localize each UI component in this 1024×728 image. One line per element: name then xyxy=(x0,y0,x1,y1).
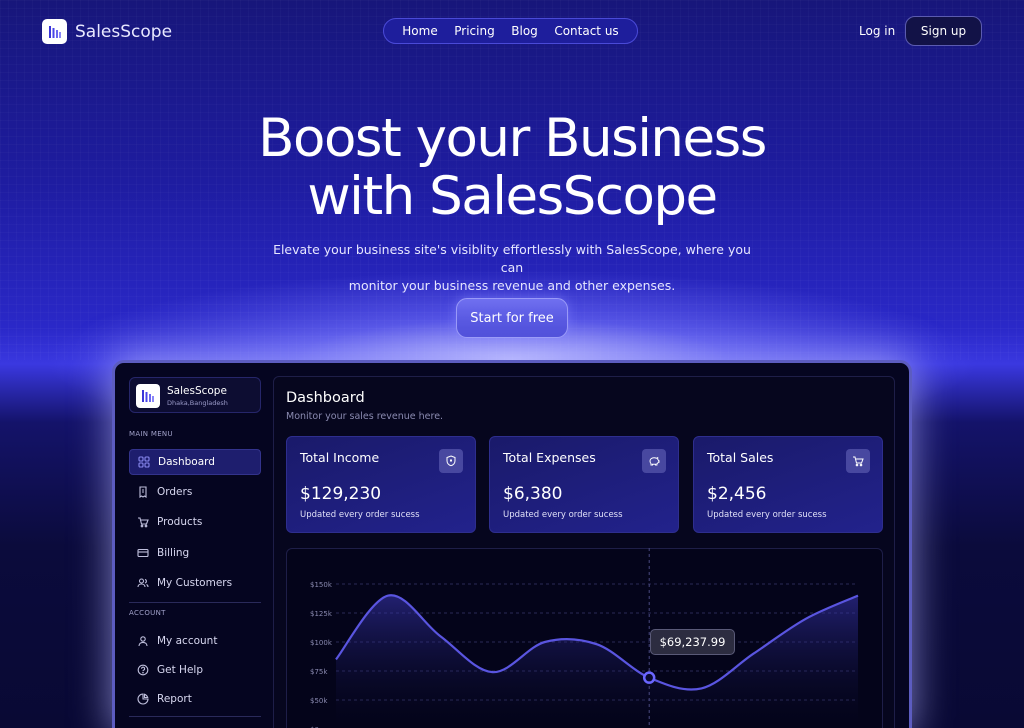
stat-card-title: Total Expenses xyxy=(503,450,596,465)
sidebar-divider xyxy=(129,602,261,603)
sidebar-item-label: Billing xyxy=(157,547,190,559)
sidebar-brand-location: Dhaka,Bangladesh xyxy=(167,399,228,407)
sidebar-item-label: Get Help xyxy=(157,664,203,676)
sidebar-divider xyxy=(129,716,261,717)
login-link[interactable]: Log in xyxy=(859,24,895,38)
sidebar-item-report[interactable]: Report xyxy=(129,686,261,712)
sidebar-brand[interactable]: SalesScope Dhaka,Bangladesh xyxy=(129,377,261,413)
brand-logo[interactable]: SalesScope xyxy=(42,19,172,44)
receipt-icon xyxy=(139,486,147,498)
stat-card-note: Updated every order sucess xyxy=(707,510,827,520)
chart-tooltip: $69,237.99 xyxy=(650,629,735,655)
start-free-button[interactable]: Start for free xyxy=(456,298,568,338)
y-tick-label: $100k xyxy=(310,639,333,647)
users-icon xyxy=(137,578,149,588)
y-tick-label: $75k xyxy=(310,668,328,676)
account-heading: ACCOUNT xyxy=(129,609,166,617)
stat-card-value: $6,380 xyxy=(503,484,563,504)
nav-link-pricing[interactable]: Pricing xyxy=(454,24,494,38)
hero-subtitle-line1: Elevate your business site's visiblity e… xyxy=(273,242,751,275)
sidebar-item-my-account[interactable]: My account xyxy=(129,628,261,654)
sidebar-item-orders[interactable]: Orders xyxy=(129,479,261,505)
sidebar-item-label: Dashboard xyxy=(158,456,215,468)
sidebar-brand-name: SalesScope xyxy=(167,385,227,397)
nav-link-blog[interactable]: Blog xyxy=(511,24,538,38)
cart-icon xyxy=(846,449,870,473)
main-menu-heading: MAIN MENU xyxy=(129,430,173,438)
hero-subtitle: Elevate your business site's visiblity e… xyxy=(262,241,762,295)
sidebar-item-label: Report xyxy=(157,693,192,705)
signup-button[interactable]: Sign up xyxy=(905,16,982,46)
stat-card-value: $129,230 xyxy=(300,484,382,504)
cart-icon xyxy=(138,517,149,528)
chart-highlight-point[interactable] xyxy=(642,671,656,684)
help-icon xyxy=(137,664,149,676)
hero-subtitle-line2: monitor your business revenue and other … xyxy=(348,278,676,293)
user-icon xyxy=(138,636,148,647)
stat-card-value: $2,456 xyxy=(707,484,767,504)
nav-link-home[interactable]: Home xyxy=(402,24,437,38)
brand-name: SalesScope xyxy=(75,21,173,42)
sidebar-item-label: Orders xyxy=(157,486,193,498)
nav-link-contact[interactable]: Contact us xyxy=(554,24,618,38)
stat-card-title: Total Sales xyxy=(707,450,774,465)
shield-icon xyxy=(439,449,463,473)
chart-area-fill xyxy=(336,595,858,728)
sidebar-item-customers[interactable]: My Customers xyxy=(129,570,261,596)
revenue-chart[interactable]: $150k$125k$100k$75k$50k$0 xyxy=(286,548,883,728)
stat-card-expenses[interactable]: Total Expenses $6,380 Updated every orde… xyxy=(489,436,679,533)
sidebar-item-dashboard[interactable]: Dashboard xyxy=(129,449,261,475)
hero-title-line1: Boost your Business xyxy=(258,108,767,169)
top-navbar: SalesScope Home Pricing Blog Contact us … xyxy=(0,0,1024,64)
sidebar-item-products[interactable]: Products xyxy=(129,509,261,535)
y-tick-label: $150k xyxy=(310,581,333,589)
stat-card-note: Updated every order sucess xyxy=(503,510,623,520)
sidebar-item-label: Products xyxy=(157,516,203,528)
logo-icon xyxy=(42,19,67,44)
sidebar-item-billing[interactable]: Billing xyxy=(129,540,261,566)
stat-card-income[interactable]: Total Income $129,230 Updated every orde… xyxy=(286,436,476,533)
sidebar-item-label: My account xyxy=(157,635,218,647)
nav-links: Home Pricing Blog Contact us xyxy=(383,18,638,44)
sidebar-item-get-help[interactable]: Get Help xyxy=(129,657,261,683)
y-tick-label: $50k xyxy=(310,697,328,705)
stat-card-sales[interactable]: Total Sales $2,456 Updated every order s… xyxy=(693,436,883,533)
grid-icon xyxy=(138,456,150,468)
hero-title: Boost your Business with SalesScope xyxy=(0,110,1024,226)
sidebar-item-label: My Customers xyxy=(157,577,233,589)
report-icon xyxy=(137,693,149,705)
hero-title-line2: with SalesScope xyxy=(307,166,718,227)
dashboard-subtitle: Monitor your sales revenue here. xyxy=(286,411,444,422)
stat-card-note: Updated every order sucess xyxy=(300,510,420,520)
stat-card-title: Total Income xyxy=(300,450,380,465)
dashboard-title: Dashboard xyxy=(286,390,365,406)
card-icon xyxy=(137,548,149,558)
y-tick-label: $125k xyxy=(310,610,333,618)
piggy-bank-icon xyxy=(642,449,666,473)
logo-icon xyxy=(136,384,160,408)
